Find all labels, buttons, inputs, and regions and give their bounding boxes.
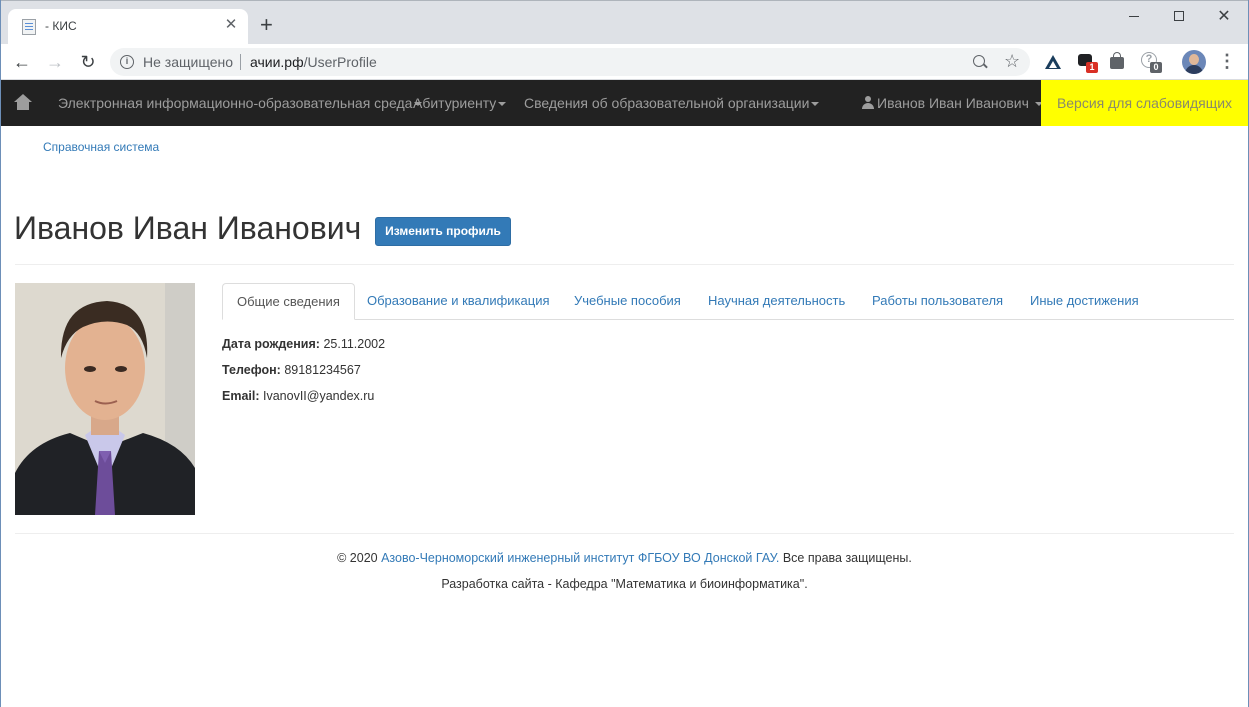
new-tab-button[interactable]: + xyxy=(260,14,273,36)
tab-general-info[interactable]: Общие сведения xyxy=(222,283,355,320)
caret-down-icon xyxy=(498,102,507,107)
tab-textbooks[interactable]: Учебные пособия xyxy=(574,283,681,320)
visually-impaired-version-button[interactable]: Версия для слабовидящих xyxy=(1041,80,1248,126)
nav-item-applicants[interactable]: Абитуриенту xyxy=(413,95,507,111)
nav-item-label: Электронная информационно-образовательна… xyxy=(58,95,413,111)
extension-badge: 1 xyxy=(1086,62,1098,73)
window-close-button[interactable]: ✕ xyxy=(1210,7,1238,27)
nav-item-label: Абитуриенту xyxy=(413,95,497,111)
window-minimize-button[interactable] xyxy=(1120,7,1148,27)
url-host: ачии.рф xyxy=(250,54,304,70)
phone-label: Телефон: xyxy=(222,363,281,377)
email-row: Email: IvanovII@yandex.ru xyxy=(222,389,374,403)
url-text[interactable]: ачии.рф/UserProfile xyxy=(250,54,377,70)
window-frame-left xyxy=(0,0,1,707)
nav-item-eios[interactable]: Электронная информационно-образовательна… xyxy=(58,95,423,111)
reload-icon[interactable]: ↻ xyxy=(76,50,100,74)
page-favicon-icon xyxy=(22,19,36,35)
minimize-icon xyxy=(1129,16,1139,17)
maximize-icon xyxy=(1174,11,1184,21)
help-system-link[interactable]: Справочная система xyxy=(43,140,159,154)
user-icon xyxy=(862,96,874,109)
dob-label: Дата рождения: xyxy=(222,337,320,351)
address-bar[interactable]: i Не защищено ачии.рф/UserProfile ☆ xyxy=(110,48,1030,76)
browser-profile-avatar[interactable] xyxy=(1182,50,1206,74)
dob-row: Дата рождения: 25.11.2002 xyxy=(222,337,385,351)
rights-text: Все права защищены. xyxy=(782,551,912,565)
site-navbar: Электронная информационно-образовательна… xyxy=(1,80,1248,126)
institute-link[interactable]: Азово-Черноморский инженерный институт Ф… xyxy=(381,551,779,565)
bookmark-star-icon[interactable]: ☆ xyxy=(1004,51,1020,71)
tab-research[interactable]: Научная деятельность xyxy=(708,283,845,320)
nav-item-label: Сведения об образовательной организации xyxy=(524,95,810,111)
tab-other-achievements[interactable]: Иные достижения xyxy=(1030,283,1139,320)
tab-user-works[interactable]: Работы пользователя xyxy=(872,283,1003,320)
phone-value: 89181234567 xyxy=(284,363,361,377)
browser-toolbar: ← → ↻ i Не защищено ачии.рф/UserProfile … xyxy=(0,44,1249,80)
omnibox-divider xyxy=(240,54,241,70)
browser-tabstrip: - КИС ✕ + ✕ xyxy=(0,0,1249,45)
email-value: IvanovII@yandex.ru xyxy=(263,389,375,403)
footer-dev-credit: Разработка сайта - Кафедра "Математика и… xyxy=(441,577,808,591)
tab-education[interactable]: Образование и квалификация xyxy=(367,283,550,320)
user-menu[interactable]: Иванов Иван Иванович xyxy=(862,95,1043,111)
profile-photo xyxy=(15,283,195,515)
edit-profile-button[interactable]: Изменить профиль xyxy=(375,217,511,246)
forward-arrow-icon[interactable]: → xyxy=(43,50,67,74)
url-path: /UserProfile xyxy=(303,54,377,70)
back-arrow-icon[interactable]: ← xyxy=(10,50,34,74)
extension-messenger-icon[interactable]: 1 xyxy=(1076,52,1098,73)
home-icon[interactable] xyxy=(14,94,32,110)
email-label: Email: xyxy=(222,389,260,403)
zoom-icon[interactable] xyxy=(972,54,988,70)
window-maximize-button[interactable] xyxy=(1165,7,1193,27)
browser-tab[interactable]: - КИС ✕ xyxy=(8,9,248,45)
bag-icon xyxy=(1110,52,1124,69)
divider xyxy=(15,264,1234,265)
extension-alice-icon[interactable] xyxy=(1043,52,1063,72)
user-name: Иванов Иван Иванович xyxy=(877,95,1029,111)
phone-row: Телефон: 89181234567 xyxy=(222,363,361,377)
page-title: Иванов Иван Иванович xyxy=(14,210,362,246)
footer-copyright: © 2020 Азово-Черноморский инженерный инс… xyxy=(0,551,1249,565)
profile-tabs: Общие сведения Образование и квалификаци… xyxy=(222,283,1234,320)
browser-menu-icon[interactable]: ⋮ xyxy=(1218,51,1236,71)
extension-shopping-bag-icon[interactable] xyxy=(1108,52,1128,72)
profile-photo-image xyxy=(15,283,195,515)
extension-badge: 0 xyxy=(1150,62,1162,73)
caret-down-icon xyxy=(811,102,820,107)
extension-help-icon[interactable]: ? 0 xyxy=(1140,52,1162,73)
footer-divider xyxy=(15,533,1234,534)
security-label[interactable]: Не защищено xyxy=(143,54,233,70)
nav-item-org-info[interactable]: Сведения об образовательной организации xyxy=(524,95,820,111)
tab-title: - КИС xyxy=(45,19,77,33)
tab-close-icon[interactable]: ✕ xyxy=(222,16,240,34)
info-icon[interactable]: i xyxy=(120,55,134,69)
dob-value: 25.11.2002 xyxy=(323,337,386,351)
copyright-prefix: © 2020 xyxy=(337,551,378,565)
